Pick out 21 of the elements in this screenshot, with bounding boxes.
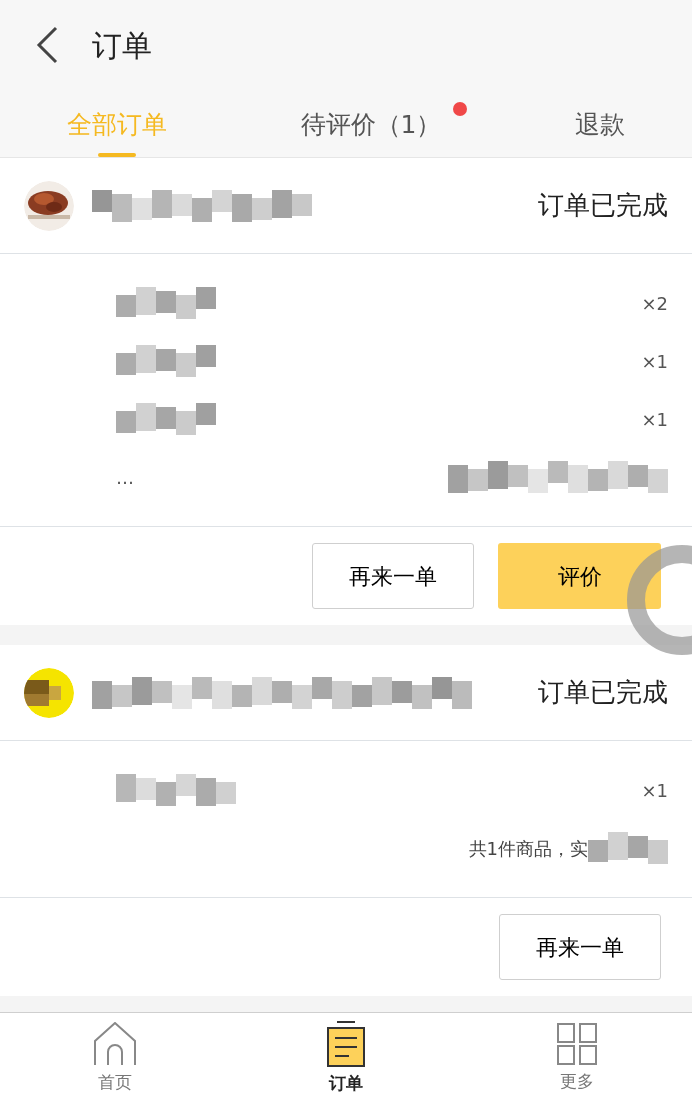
reorder-button[interactable]: 再来一单 bbox=[312, 543, 474, 609]
item-quantity: ×1 bbox=[641, 349, 668, 374]
nav-item[interactable]: 更多 bbox=[559, 1068, 594, 1095]
tab[interactable]: 待评价（1） bbox=[300, 95, 442, 157]
nav-item[interactable]: 首页 bbox=[98, 1069, 133, 1096]
item-quantity: ×1 bbox=[641, 407, 668, 432]
back-icon[interactable] bbox=[36, 26, 58, 64]
home-icon bbox=[94, 1021, 137, 1066]
order-status: 订单已完成 bbox=[538, 189, 668, 222]
item-quantity: ×2 bbox=[641, 291, 668, 316]
reorder-button[interactable]: 再来一单 bbox=[499, 914, 661, 980]
review-button[interactable]: 评价 bbox=[498, 543, 661, 609]
page-title: 订单 bbox=[92, 26, 152, 65]
nav-item[interactable]: 订单 bbox=[329, 1070, 363, 1097]
more-items-ellipsis: … bbox=[116, 465, 134, 490]
document-icon bbox=[327, 1020, 365, 1067]
item-quantity: ×1 bbox=[641, 778, 668, 803]
grid-icon bbox=[556, 1022, 597, 1065]
order-status: 订单已完成 bbox=[538, 676, 668, 709]
order-summary: 共1件商品，实 bbox=[468, 836, 588, 861]
tab[interactable]: 退款 bbox=[575, 95, 626, 157]
